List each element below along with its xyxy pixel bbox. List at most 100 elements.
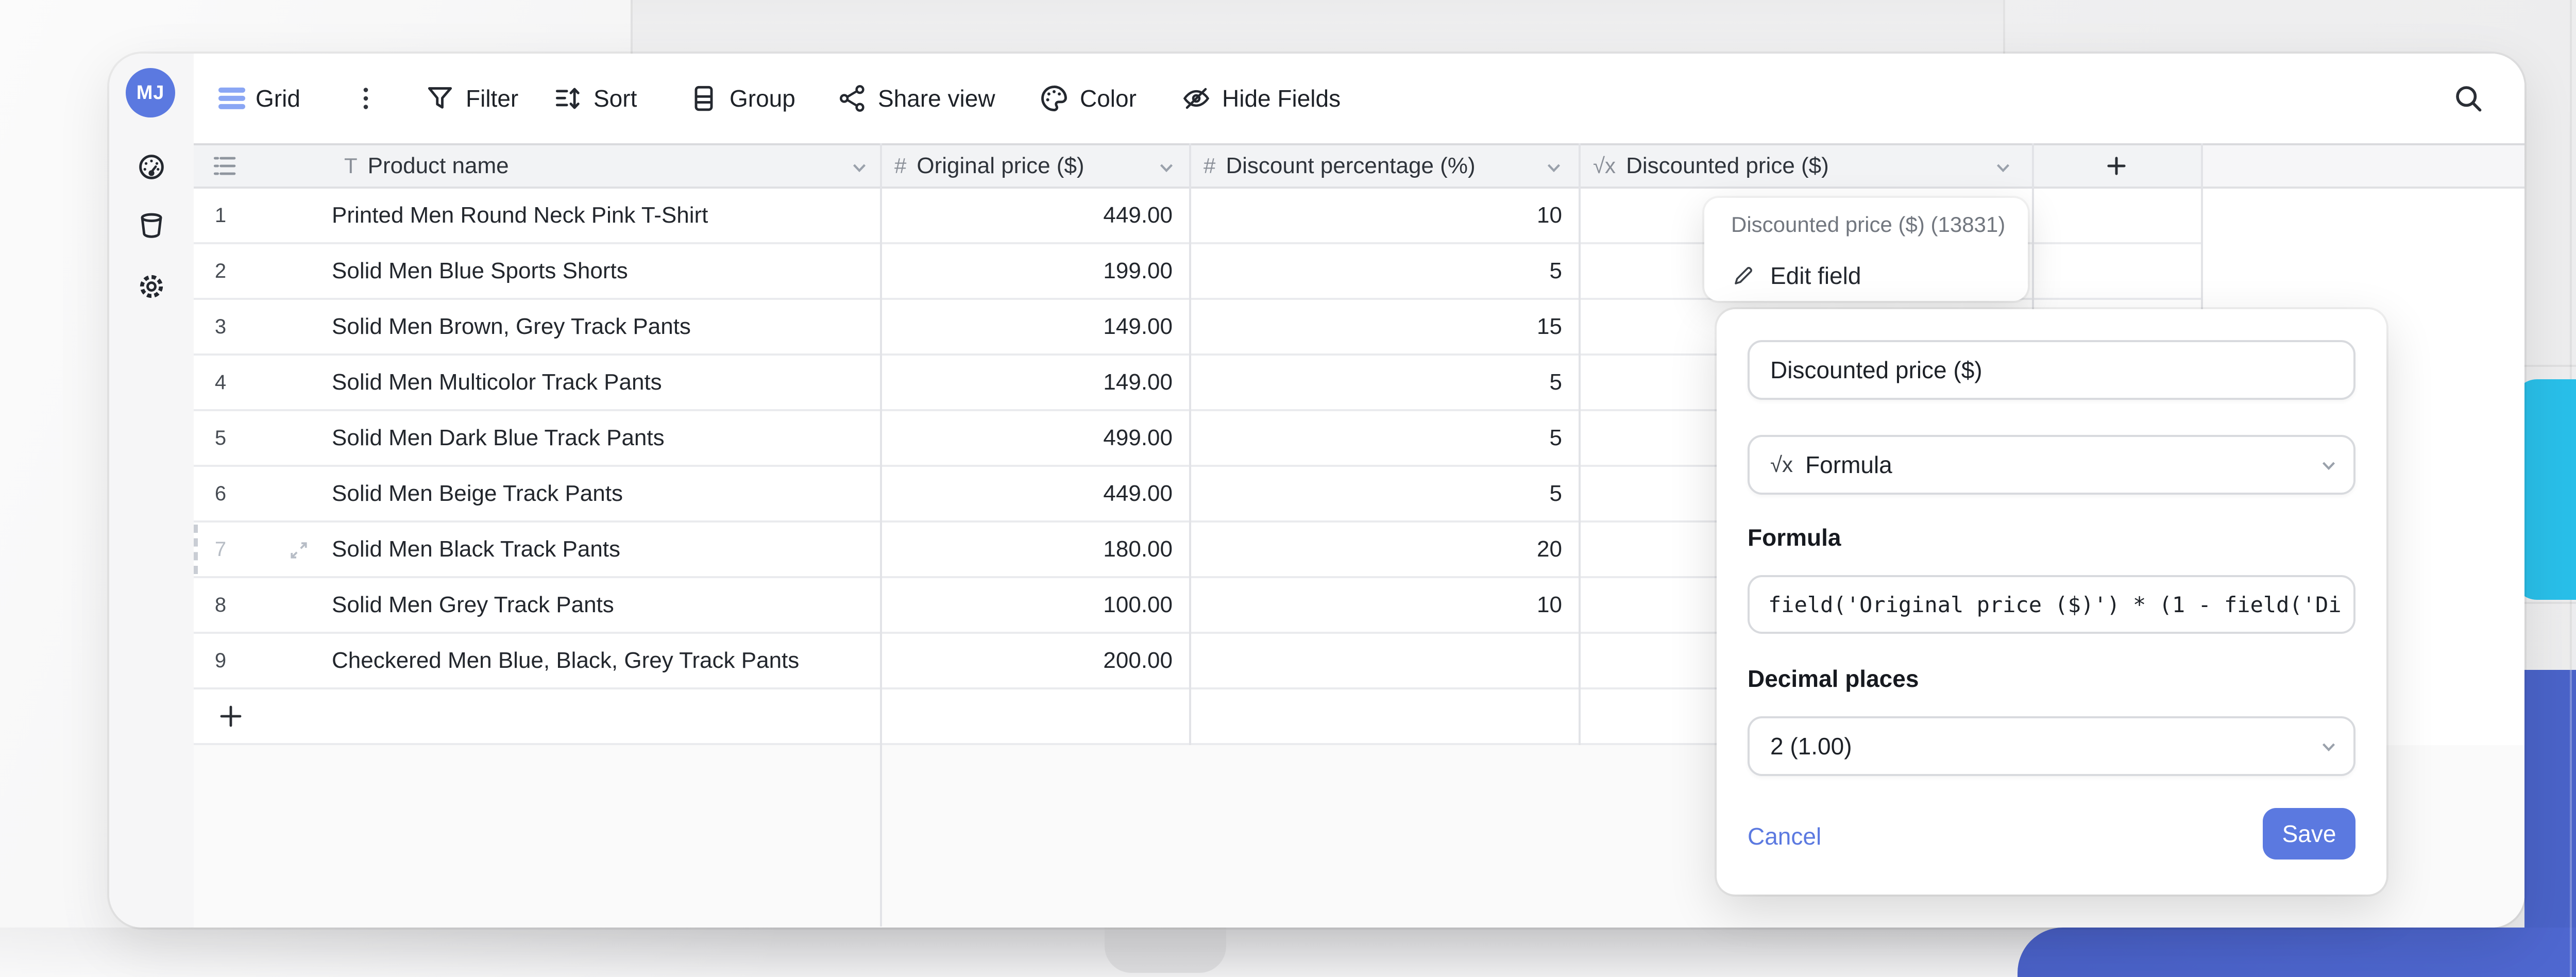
column-header-discount[interactable]: # Discount percentage (%) xyxy=(1189,145,1579,187)
add-record-icon xyxy=(220,705,242,727)
cell-original-price[interactable]: 180.00 xyxy=(880,523,1173,576)
cell-discount-percentage[interactable]: 10 xyxy=(1189,189,1562,242)
add-field-icon xyxy=(2107,157,2126,175)
background-strip xyxy=(631,0,2003,54)
settings-gear-icon[interactable] xyxy=(136,271,167,302)
decimal-places-label: Decimal places xyxy=(1748,665,1919,692)
cancel-button[interactable]: Cancel xyxy=(1748,822,1821,850)
cell-original-price[interactable]: 200.00 xyxy=(880,634,1173,687)
pencil-icon xyxy=(1735,267,1752,284)
cell-discount-percentage[interactable]: 15 xyxy=(1189,300,1562,353)
filter-button[interactable]: Filter xyxy=(425,83,518,114)
cell-product-name[interactable]: Solid Men Dark Blue Track Pants xyxy=(332,411,665,465)
background-blue-shape xyxy=(2018,928,2576,977)
cell-product-name[interactable]: Checkered Men Blue, Black, Grey Track Pa… xyxy=(332,634,799,687)
cell-original-price[interactable]: 100.00 xyxy=(880,578,1173,632)
row-number: 7 xyxy=(214,537,227,561)
filter-icon xyxy=(428,87,452,109)
row-number: 1 xyxy=(214,204,227,227)
field-menu-title: Discounted price ($) (13831) xyxy=(1731,212,2006,237)
share-view-button[interactable]: Share view xyxy=(837,83,995,114)
cell-discount-percentage[interactable]: 20 xyxy=(1189,523,1562,576)
chevron-down-icon xyxy=(2322,462,2335,470)
column-divider xyxy=(880,143,882,927)
background-tab-shape xyxy=(1105,928,1226,973)
expand-record-icon[interactable] xyxy=(289,540,309,561)
avatar[interactable]: MJ xyxy=(126,68,175,117)
cell-original-price[interactable]: 149.00 xyxy=(880,300,1173,353)
formula-field-icon: √x xyxy=(1593,154,1616,178)
text-field-icon: T xyxy=(344,154,358,178)
number-field-icon: # xyxy=(894,154,907,178)
number-field-icon: # xyxy=(1204,154,1216,178)
add-field-button[interactable] xyxy=(2032,145,2201,187)
edit-field-menu-item[interactable]: Edit field xyxy=(1731,262,1861,290)
grid-header: T Product name # Original price ($) # Di… xyxy=(194,143,2524,189)
row-number: 6 xyxy=(214,482,227,505)
cell-product-name[interactable]: Solid Men Black Track Pants xyxy=(332,523,620,576)
row-number: 4 xyxy=(214,370,227,394)
cell-original-price[interactable]: 149.00 xyxy=(880,356,1173,409)
column-header-discounted-price[interactable]: √x Discounted price ($) xyxy=(1579,145,2032,187)
field-name-input[interactable]: Discounted price ($) xyxy=(1748,340,2355,400)
column-header-product-name[interactable]: T Product name xyxy=(330,145,880,187)
view-label: Grid xyxy=(256,85,300,112)
row-list-icon xyxy=(213,157,236,175)
dashboard-icon[interactable] xyxy=(136,151,167,182)
chevron-down-icon[interactable] xyxy=(847,156,872,180)
formula-field-icon: √x xyxy=(1770,452,1793,477)
cell-discount-percentage[interactable]: 10 xyxy=(1189,578,1562,632)
cell-original-price[interactable]: 449.00 xyxy=(880,189,1173,242)
chevron-down-icon[interactable] xyxy=(1154,156,1179,180)
view-switcher-grid[interactable]: Grid xyxy=(218,85,300,112)
search-icon[interactable] xyxy=(2452,82,2485,115)
cell-product-name[interactable]: Solid Men Beige Track Pants xyxy=(332,467,623,520)
cell-discount-percentage[interactable] xyxy=(1189,634,1562,687)
more-options-icon[interactable] xyxy=(350,83,381,114)
row-number: 9 xyxy=(214,649,227,672)
column-header-original-price[interactable]: # Original price ($) xyxy=(880,145,1189,187)
toolbar: Grid Filter Sort Group Share view Color … xyxy=(194,54,2524,143)
chevron-down-icon[interactable] xyxy=(1991,156,2015,180)
cell-original-price[interactable]: 449.00 xyxy=(880,467,1173,520)
background-gridline xyxy=(2524,365,2576,367)
cell-product-name[interactable]: Printed Men Round Neck Pink T-Shirt xyxy=(332,189,708,242)
trash-icon[interactable] xyxy=(136,209,167,240)
column-divider xyxy=(1579,143,1581,745)
cell-product-name[interactable]: Solid Men Brown, Grey Track Pants xyxy=(332,300,691,353)
row-number: 5 xyxy=(214,426,227,449)
header-filler xyxy=(2201,145,2524,187)
group-button[interactable]: Group xyxy=(688,83,795,114)
cell-product-name[interactable]: Solid Men Multicolor Track Pants xyxy=(332,356,662,409)
row-number: 8 xyxy=(214,593,227,616)
cell-product-name[interactable]: Solid Men Grey Track Pants xyxy=(332,578,614,632)
decimal-places-select[interactable]: 2 (1.00) xyxy=(1748,716,2355,776)
palette-icon xyxy=(1041,86,1067,111)
color-button[interactable]: Color xyxy=(1039,83,1137,114)
eye-off-icon xyxy=(1183,88,1210,109)
row-number: 2 xyxy=(214,259,227,282)
cell-discount-percentage[interactable]: 5 xyxy=(1189,356,1562,409)
formula-input[interactable]: field('Original price ($)') * (1 - field… xyxy=(1748,575,2355,634)
field-type-select[interactable]: √x Formula xyxy=(1748,435,2355,495)
row-number: 3 xyxy=(214,315,227,338)
cell-discount-percentage[interactable]: 5 xyxy=(1189,244,1562,298)
edit-field-panel: Discounted price ($) √x Formula Formula … xyxy=(1717,309,2386,895)
formula-label: Formula xyxy=(1748,524,1841,551)
cell-discount-percentage[interactable]: 5 xyxy=(1189,467,1562,520)
share-icon xyxy=(840,85,865,112)
cell-original-price[interactable]: 199.00 xyxy=(880,244,1173,298)
cell-discount-percentage[interactable]: 5 xyxy=(1189,411,1562,465)
sort-button[interactable]: Sort xyxy=(552,83,637,114)
chevron-down-icon xyxy=(2322,743,2335,752)
chevron-down-icon[interactable] xyxy=(1541,156,1566,180)
save-button[interactable]: Save xyxy=(2263,808,2355,860)
row-number-header xyxy=(194,145,330,187)
hide-fields-button[interactable]: Hide Fields xyxy=(1181,83,1341,114)
cell-product-name[interactable]: Solid Men Blue Sports Shorts xyxy=(332,244,628,298)
background-gridline xyxy=(2524,602,2576,604)
background-divider xyxy=(2570,670,2572,977)
field-menu: Discounted price ($) (13831) Edit field xyxy=(1704,198,2028,301)
cell-original-price[interactable]: 499.00 xyxy=(880,411,1173,465)
column-divider xyxy=(1189,143,1191,745)
